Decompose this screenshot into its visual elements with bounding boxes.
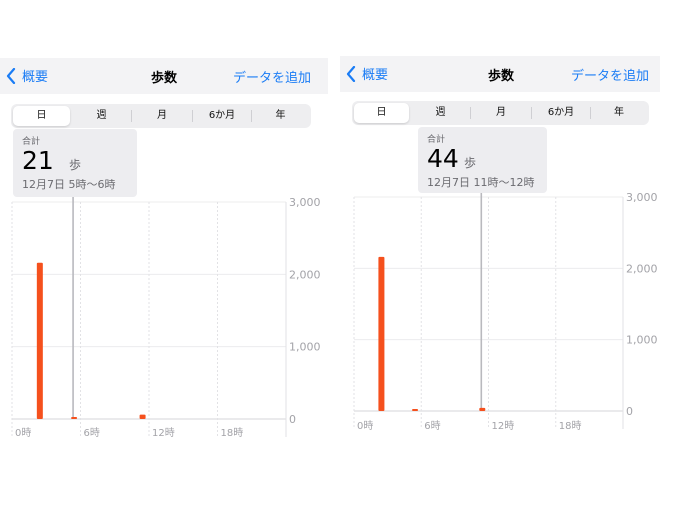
x-tick-label: 18時 — [221, 427, 244, 439]
y-tick-label: 3,000 — [626, 191, 658, 204]
y-tick-label: 1,000 — [289, 341, 321, 354]
x-tick-label: 18時 — [559, 420, 582, 432]
bar — [139, 414, 146, 419]
y-tick-label: 0 — [626, 405, 633, 418]
y-tick-label: 1,000 — [626, 334, 658, 347]
steps-chart[interactable]: 3,000 2,000 1,000 0 0時 6時 12時 18時 — [0, 0, 330, 510]
x-tick-label: 6時 — [424, 420, 440, 432]
bar — [378, 256, 385, 411]
x-tick-label: 6時 — [84, 427, 100, 439]
y-tick-label: 2,000 — [626, 262, 658, 275]
right-panel: 概要 歩数 データを追加 日 週 月 6か月 年 合計 44 歩 12月7日 1… — [340, 0, 680, 510]
bar — [479, 407, 486, 411]
left-panel: 概要 歩数 データを追加 日 週 月 6か月 年 合計 21 歩 12月7日 5… — [0, 0, 330, 510]
bar — [71, 417, 78, 419]
x-tick-label: 0時 — [15, 427, 31, 439]
y-tick-label: 2,000 — [289, 268, 321, 281]
x-tick-label: 12時 — [492, 420, 515, 432]
x-tick-label: 12時 — [152, 427, 175, 439]
steps-chart[interactable]: 3,000 2,000 1,000 0 0時 6時 12時 18時 — [340, 0, 680, 510]
x-tick-label: 0時 — [357, 420, 373, 432]
y-tick-label: 0 — [289, 413, 296, 426]
y-tick-label: 3,000 — [289, 196, 321, 209]
bar — [412, 409, 419, 411]
bar — [36, 262, 43, 419]
